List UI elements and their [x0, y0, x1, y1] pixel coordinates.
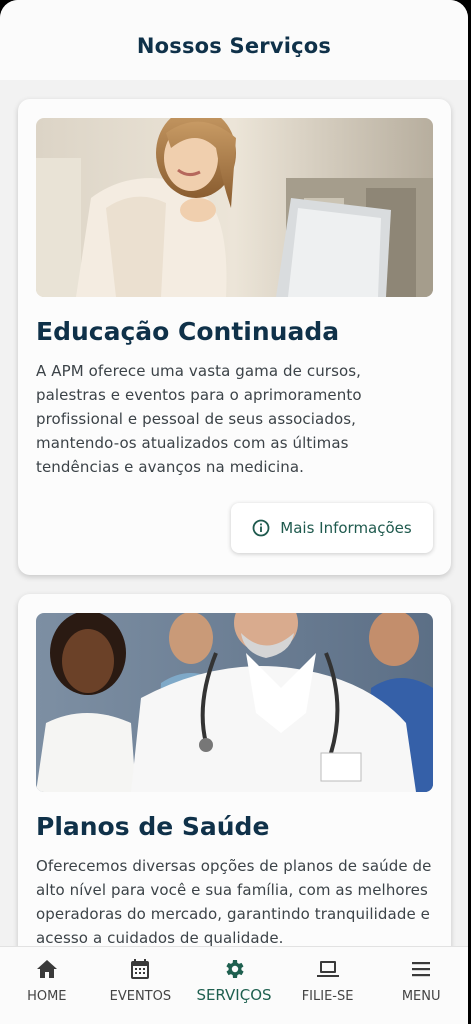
info-icon: [252, 519, 270, 537]
service-card-education: Educação Continuada A APM oferece uma va…: [18, 99, 451, 575]
service-card-health-plans: Planos de Saúde Oferecemos diversas opçõ…: [18, 594, 451, 946]
service-description: Oferecemos diversas opções de planos de …: [36, 857, 432, 946]
gear-icon: [226, 960, 244, 978]
service-title: Educação Continuada: [36, 317, 340, 346]
page-title: Nossos Serviços: [136, 34, 332, 58]
more-info-button[interactable]: Mais Informações: [231, 503, 433, 553]
service-title: Planos de Saúde: [36, 812, 270, 841]
menu-icon: [412, 962, 431, 977]
laptop-icon: [316, 961, 339, 977]
app-header: Nossos Serviços: [0, 0, 468, 80]
nav-item-filie-se[interactable]: FILIE-SE: [281, 957, 375, 1024]
nav-item-eventos[interactable]: EVENTOS: [94, 957, 188, 1024]
nav-label: MENU: [401, 989, 441, 1004]
nav-label: EVENTOS: [109, 989, 172, 1004]
bottom-navigation: HOME EVENTOS SERVIÇOS FILIE-SE MENU: [0, 946, 468, 1024]
service-description: A APM oferece uma vasta gama de cursos, …: [36, 362, 362, 476]
nav-item-servicos[interactable]: SERVIÇOS: [187, 957, 281, 1024]
education-image: [36, 118, 433, 297]
nav-label: SERVIÇOS: [196, 986, 272, 1004]
app-screen: Nossos Serviços Educação Continuada A AP…: [0, 0, 468, 1024]
nav-item-menu[interactable]: MENU: [374, 957, 468, 1024]
nav-label: FILIE-SE: [301, 989, 354, 1004]
more-info-label: Mais Informações: [280, 519, 412, 537]
health-plans-image: [36, 613, 433, 792]
nav-item-home[interactable]: HOME: [0, 957, 94, 1024]
calendar-icon: [131, 959, 150, 979]
services-list[interactable]: Educação Continuada A APM oferece uma va…: [0, 80, 468, 946]
home-icon: [36, 960, 57, 978]
nav-label: HOME: [27, 989, 67, 1004]
